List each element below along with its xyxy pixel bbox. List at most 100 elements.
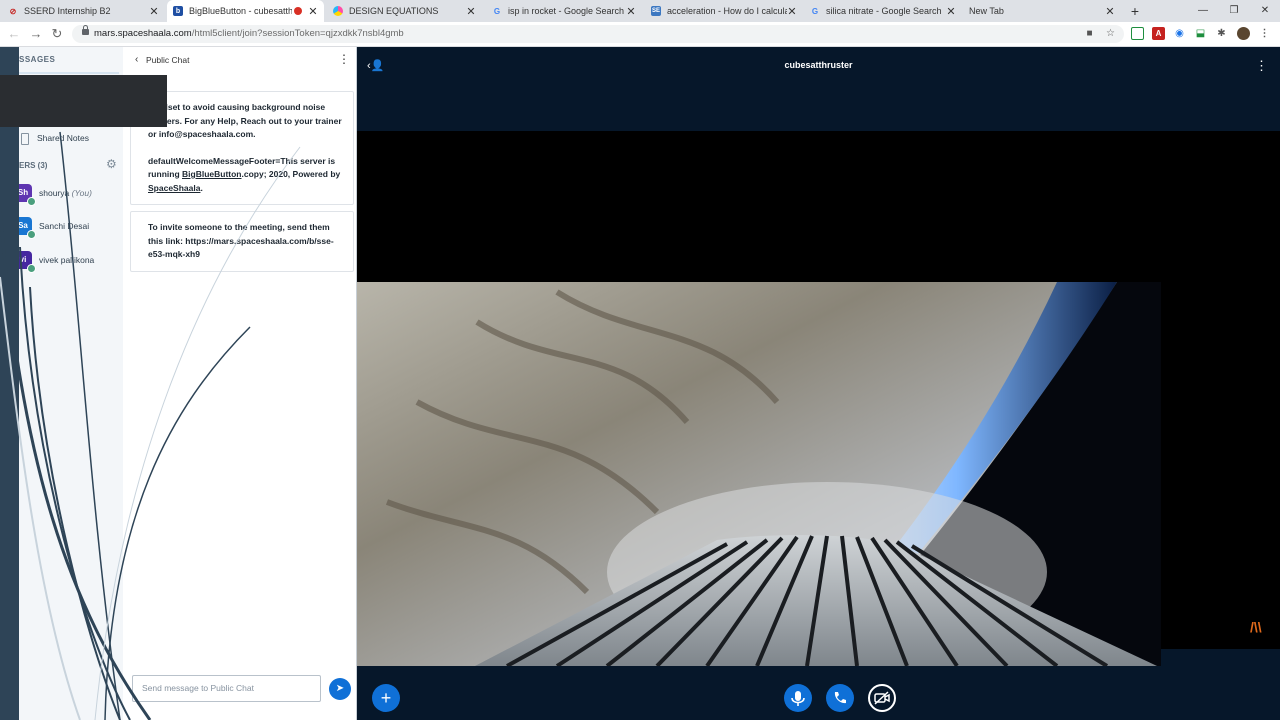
- actions-plus-button[interactable]: +: [372, 684, 400, 712]
- user-name-text: shourya: [39, 188, 70, 198]
- leave-audio-button[interactable]: [826, 684, 854, 712]
- slide-left-strip: [0, 47, 19, 720]
- microphone-status-icon: [27, 197, 36, 206]
- browser-menu-icon[interactable]: ⋮: [1258, 27, 1271, 40]
- microphone-button[interactable]: [784, 684, 812, 712]
- microphone-icon: [791, 691, 805, 706]
- google-favicon-icon: G: [811, 6, 819, 16]
- sserd-favicon-icon: ⊘: [9, 6, 17, 16]
- close-icon[interactable]: ✕: [149, 5, 159, 18]
- bigbluebutton-link[interactable]: BigBlueButton: [182, 169, 242, 179]
- rocket-earth-video-frame: [357, 282, 1161, 666]
- design-favicon-icon: [333, 6, 343, 16]
- back-arrow-icon[interactable]: ←: [6, 26, 22, 42]
- user-list-panel: SSAGES Shared Notes ERS (3) ⚙ Sh shourya…: [19, 47, 123, 720]
- browser-tab[interactable]: New Tab ✕: [963, 0, 1121, 22]
- slide-arrow-overlay: [0, 75, 167, 127]
- chat-title[interactable]: Public Chat: [146, 55, 189, 65]
- close-icon[interactable]: ✕: [946, 5, 956, 18]
- puzzle-extensions-icon[interactable]: ✱: [1215, 27, 1228, 40]
- meeting-title: cubesatthruster: [784, 60, 853, 70]
- forward-arrow-icon[interactable]: →: [28, 26, 44, 42]
- close-icon[interactable]: ✕: [466, 5, 476, 18]
- url-path: /html5client/join?sessionToken=qjzxdkk7n…: [191, 28, 404, 39]
- bookmark-star-icon[interactable]: ☆: [1104, 27, 1117, 40]
- shared-video[interactable]: [357, 131, 1280, 666]
- minimize-icon[interactable]: —: [1188, 0, 1218, 22]
- stackexchange-favicon-icon: SE: [651, 6, 661, 16]
- pdf-extension-icon[interactable]: A: [1152, 27, 1165, 40]
- url-field[interactable]: mars.spaceshaala.com/html5client/join?se…: [72, 25, 1124, 43]
- browser-tab-active[interactable]: b BigBlueButton - cubesatthru ✕: [167, 0, 324, 22]
- avatar-initials: Sh: [19, 188, 29, 197]
- extension-icon[interactable]: ◉: [1173, 27, 1186, 40]
- spaceshaala-link[interactable]: SpaceShaala: [148, 183, 200, 193]
- bigbluebutton-favicon-icon: b: [173, 6, 183, 16]
- messages-heading: SSAGES: [19, 55, 56, 64]
- new-tab-icon[interactable]: +: [1127, 3, 1143, 19]
- chat-input-placeholder: Send message to Public Chat: [142, 683, 254, 693]
- welcome-line: or info@spaceshaala.com.: [148, 129, 256, 139]
- close-icon[interactable]: ✕: [1105, 5, 1115, 18]
- public-chat-panel: ‹ Public Chat ⋮ headset to avoid causing…: [123, 47, 357, 720]
- reload-icon[interactable]: ↻: [49, 26, 65, 42]
- extension-icon[interactable]: [1131, 27, 1144, 40]
- invite-text: To invite someone to the meeting, send t…: [148, 222, 334, 259]
- user-item[interactable]: Sa Sanchi Desai: [19, 217, 123, 239]
- users-heading: ERS (3): [19, 161, 48, 170]
- watermark-logo: /\\: [1250, 619, 1262, 635]
- chat-message-input[interactable]: Send message to Public Chat: [132, 675, 321, 702]
- send-message-button[interactable]: ➤: [329, 678, 351, 700]
- welcome-line: r others. For any Help, Reach out to you…: [148, 115, 342, 126]
- avatar-initials: Sa: [19, 221, 28, 230]
- restore-icon[interactable]: ❐: [1219, 0, 1249, 22]
- footer-line: defaultWelcomeMessageFooter=This server …: [148, 155, 336, 166]
- avatar: Sa: [19, 217, 36, 239]
- shared-notes-item[interactable]: Shared Notes: [37, 133, 89, 143]
- browser-tab[interactable]: SE acceleration - How do I calculate ✕: [645, 0, 803, 22]
- close-window-icon[interactable]: ✕: [1250, 0, 1280, 22]
- tab-label: BigBlueButton - cubesatthru: [189, 6, 292, 16]
- tab-label: SSERD Internship B2: [24, 6, 111, 16]
- url-text: mars.spaceshaala.com/html5client/join?se…: [94, 28, 404, 39]
- user-name: shourya (You): [39, 188, 92, 198]
- google-favicon-icon: G: [493, 6, 501, 16]
- tab-label: DESIGN EQUATIONS: [349, 6, 439, 16]
- public-chat-item-highlight[interactable]: [19, 72, 119, 74]
- phone-icon: [834, 692, 846, 704]
- browser-tab[interactable]: G silica nitrate - Google Search ✕: [804, 0, 962, 22]
- address-bar-row: ← → ↻ mars.spaceshaala.com/html5client/j…: [0, 22, 1280, 47]
- user-name-text: Sanchi Desai: [39, 221, 90, 231]
- user-name: Sanchi Desai: [39, 221, 89, 231]
- options-menu-icon[interactable]: ⋮: [1255, 58, 1268, 74]
- share-webcam-button[interactable]: [868, 684, 896, 712]
- chevron-left-icon[interactable]: ‹: [135, 54, 138, 65]
- profile-avatar[interactable]: [1237, 27, 1250, 40]
- recording-indicator-icon: [294, 7, 302, 15]
- chat-options-icon[interactable]: ⋮: [338, 52, 350, 66]
- notes-icon: [21, 133, 29, 145]
- avatar: vi: [19, 251, 36, 273]
- welcome-line: headset to avoid causing background nois…: [148, 102, 326, 112]
- close-icon[interactable]: ✕: [787, 5, 797, 18]
- close-icon[interactable]: ✕: [308, 5, 318, 18]
- user-item[interactable]: vi vivek pallikona: [19, 251, 123, 273]
- browser-tab[interactable]: DESIGN EQUATIONS ✕: [327, 0, 482, 22]
- presentation-area: ‹👤 cubesatthruster ⋮ /\\ +: [357, 47, 1280, 720]
- extension-icon[interactable]: ⬓: [1194, 27, 1207, 40]
- microphone-status-icon: [27, 264, 36, 273]
- invite-message: To invite someone to the meeting, send t…: [130, 211, 354, 272]
- browser-tab[interactable]: ⊘ SSERD Internship B2 ✕: [2, 0, 165, 22]
- user-item[interactable]: Sh shourya (You): [19, 184, 123, 206]
- tab-label: silica nitrate - Google Search: [826, 6, 942, 16]
- close-icon[interactable]: ✕: [626, 5, 636, 18]
- gear-icon[interactable]: ⚙: [106, 157, 117, 171]
- you-label: (You): [71, 188, 92, 198]
- camera-blocked-icon[interactable]: ■: [1083, 27, 1096, 40]
- user-name: vivek pallikona: [39, 255, 94, 265]
- chat-header: ‹ Public Chat ⋮: [123, 47, 356, 75]
- user-name-text: vivek pallikona: [39, 255, 95, 265]
- tab-label: acceleration - How do I calculate: [667, 6, 787, 16]
- browser-tab[interactable]: G isp in rocket - Google Search ✕: [486, 0, 642, 22]
- lock-icon: [82, 25, 89, 35]
